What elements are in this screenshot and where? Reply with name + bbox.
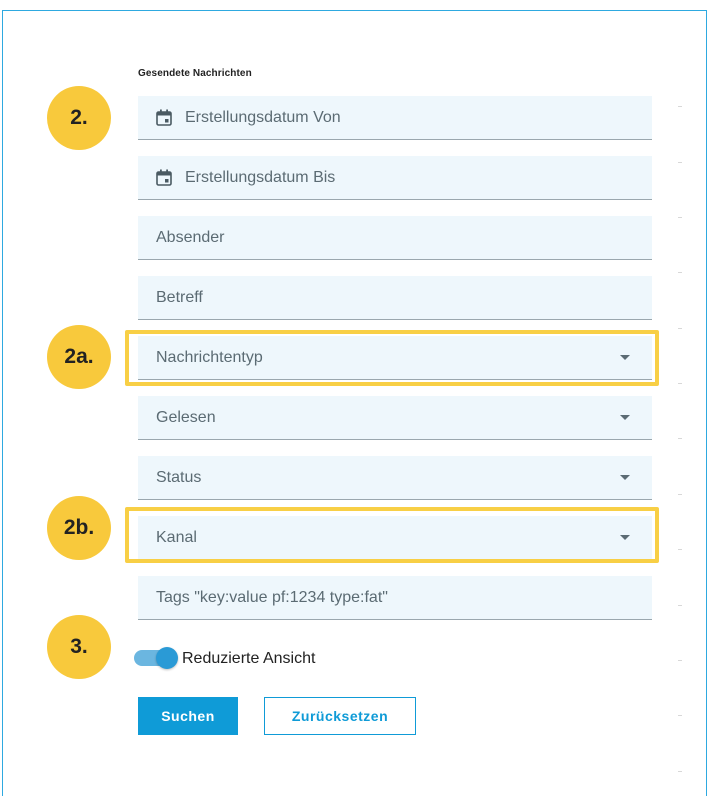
chevron-down-icon [620,475,630,480]
read-select[interactable]: Gelesen [138,396,652,440]
channel-select[interactable]: Kanal [138,516,652,560]
subject-placeholder: Betreff [156,288,203,306]
edge-tick [678,715,682,716]
date-to-placeholder: Erstellungsdatum Bis [185,168,336,186]
edge-tick [678,549,682,550]
edge-tick [678,162,682,163]
date-from-field[interactable]: Erstellungsdatum Von [138,96,652,140]
edge-tick [678,328,682,329]
date-to-field[interactable]: Erstellungsdatum Bis [138,156,652,200]
edge-tick [678,383,682,384]
chevron-down-icon [620,355,630,360]
section-title: Gesendete Nachrichten [138,68,252,79]
message-type-placeholder: Nachrichtentyp [156,348,263,366]
status-select[interactable]: Status [138,456,652,500]
toggle-knob [156,647,178,669]
status-placeholder: Status [156,468,202,486]
subject-field[interactable]: Betreff [138,276,652,320]
date-from-placeholder: Erstellungsdatum Von [185,108,341,126]
edge-tick [678,771,682,772]
edge-tick [678,217,682,218]
edge-tick [678,106,682,107]
edge-tick [678,660,682,661]
search-button[interactable]: Suchen [138,697,238,735]
step-badge-2b: 2b. [47,496,111,560]
tags-field[interactable]: Tags "key:value pf:1234 type:fat" [138,576,652,620]
tags-placeholder: Tags "key:value pf:1234 type:fat" [156,588,388,606]
chevron-down-icon [620,535,630,540]
calendar-icon [156,169,172,186]
edge-tick [678,272,682,273]
step-badge-2: 2. [47,86,111,150]
message-type-select[interactable]: Nachrichtentyp [138,336,652,380]
edge-tick [678,494,682,495]
read-placeholder: Gelesen [156,408,216,426]
channel-placeholder: Kanal [156,528,197,546]
sender-field[interactable]: Absender [138,216,652,260]
reduced-view-toggle[interactable] [134,647,178,669]
step-badge-2a: 2a. [47,325,111,389]
reduced-view-label: Reduzierte Ansicht [182,650,316,667]
edge-tick [678,438,682,439]
step-badge-3: 3. [47,615,111,679]
sender-placeholder: Absender [156,228,225,246]
chevron-down-icon [620,415,630,420]
calendar-icon [156,109,172,126]
edge-tick [678,605,682,606]
reset-button[interactable]: Zurücksetzen [264,697,416,735]
